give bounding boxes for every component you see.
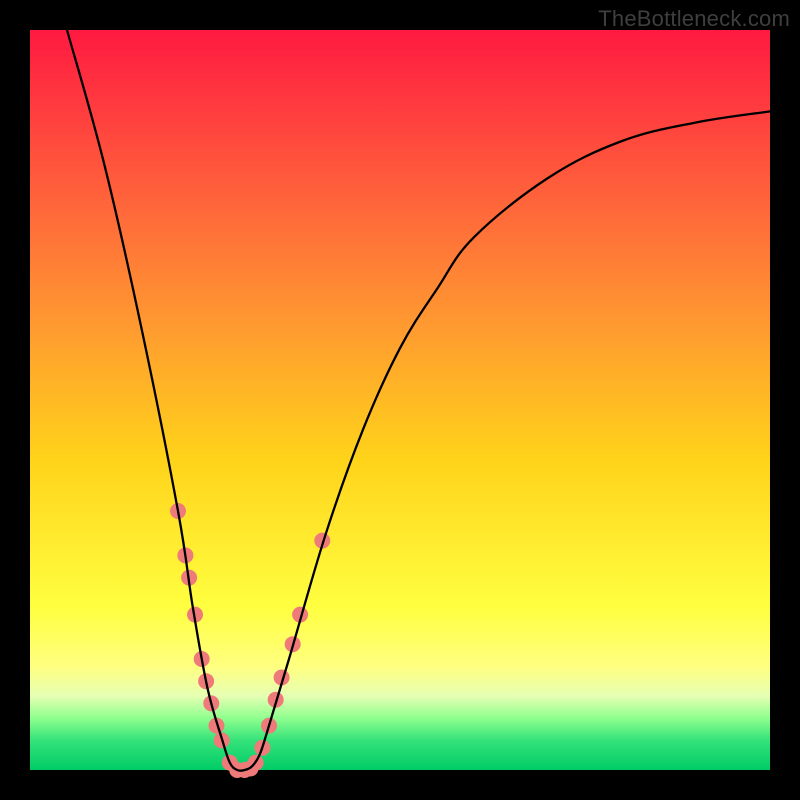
chart-svg (30, 30, 770, 770)
data-markers-group (170, 503, 330, 778)
chart-frame: TheBottleneck.com (0, 0, 800, 800)
watermark-text: TheBottleneck.com (598, 6, 790, 32)
bottleneck-curve (67, 30, 770, 771)
